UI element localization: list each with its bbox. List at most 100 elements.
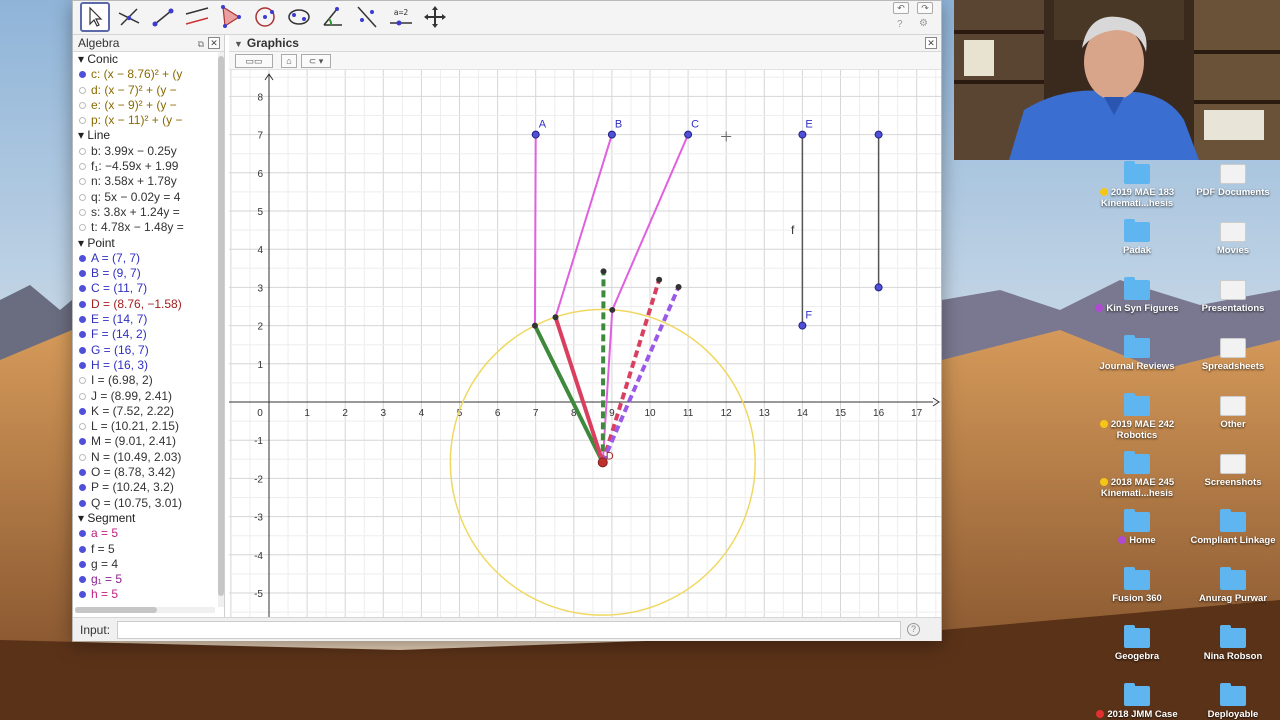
- desktop-icon[interactable]: 2019 MAE 183 Kinemati...hesis: [1089, 161, 1185, 209]
- algebra-item[interactable]: h = 5: [73, 587, 218, 602]
- algebra-item[interactable]: c: (x − 8.76)² + (y: [73, 67, 218, 82]
- visibility-toggle[interactable]: [79, 331, 86, 339]
- circle-tool[interactable]: [251, 3, 279, 31]
- gear-icon[interactable]: ⚙: [919, 18, 928, 29]
- segment-tool[interactable]: [149, 3, 177, 31]
- desktop-icon[interactable]: Movies: [1185, 222, 1280, 256]
- algebra-item[interactable]: Q = (10.75, 3.01): [73, 496, 218, 511]
- visibility-toggle[interactable]: [79, 300, 86, 308]
- algebra-horizontal-scrollbar[interactable]: [75, 607, 215, 613]
- point-capture-dropdown[interactable]: ⊂ ▾: [301, 54, 331, 68]
- desktop-icon[interactable]: Screenshots: [1185, 454, 1280, 488]
- input-field[interactable]: [117, 621, 901, 639]
- visibility-toggle[interactable]: [79, 499, 86, 507]
- collapse-triangle-icon[interactable]: ▼: [234, 39, 243, 49]
- algebra-item[interactable]: b: 3.99x − 0.25y: [73, 144, 218, 159]
- algebra-item[interactable]: g = 4: [73, 557, 218, 572]
- category-line[interactable]: ▾ Line: [73, 128, 218, 143]
- help-icon[interactable]: ?: [897, 19, 903, 30]
- desktop-icon[interactable]: Kin Syn Figures: [1089, 277, 1185, 314]
- category-segment[interactable]: ▾ Segment: [73, 511, 218, 526]
- algebra-item[interactable]: f₁: −4.59x + 1.99: [73, 159, 218, 174]
- visibility-toggle[interactable]: [79, 208, 86, 216]
- reflect-tool[interactable]: [353, 3, 381, 31]
- desktop-icon[interactable]: Padak: [1089, 219, 1185, 256]
- algebra-item[interactable]: s: 3.8x + 1.24y =: [73, 205, 218, 220]
- desktop-icon[interactable]: Geogebra: [1089, 625, 1185, 662]
- visibility-toggle[interactable]: [79, 392, 86, 400]
- desktop-icon[interactable]: Home: [1089, 509, 1185, 546]
- visibility-toggle[interactable]: [79, 560, 86, 568]
- algebra-item[interactable]: I = (6.98, 2): [73, 373, 218, 388]
- visibility-toggle[interactable]: [79, 453, 86, 461]
- algebra-item[interactable]: q: 5x − 0.02y = 4: [73, 190, 218, 205]
- algebra-item[interactable]: J = (8.99, 2.41): [73, 389, 218, 404]
- visibility-toggle[interactable]: [79, 178, 86, 186]
- conic-tool[interactable]: [285, 3, 313, 31]
- algebra-item[interactable]: O = (8.78, 3.42): [73, 465, 218, 480]
- algebra-item[interactable]: d: (x − 7)² + (y −: [73, 83, 218, 98]
- move-tool[interactable]: [80, 2, 110, 32]
- algebra-item[interactable]: F = (14, 2): [73, 327, 218, 342]
- visibility-toggle[interactable]: [79, 423, 86, 431]
- visibility-toggle[interactable]: [79, 86, 86, 94]
- polygon-tool[interactable]: [217, 3, 245, 31]
- visibility-toggle[interactable]: [79, 361, 86, 369]
- visibility-toggle[interactable]: [79, 316, 86, 324]
- algebra-item[interactable]: E = (14, 7): [73, 312, 218, 327]
- visibility-toggle[interactable]: [79, 484, 86, 492]
- move-view-tool[interactable]: [421, 3, 449, 31]
- algebra-item[interactable]: M = (9.01, 2.41): [73, 434, 218, 449]
- algebra-item[interactable]: n: 3.58x + 1.78y: [73, 174, 218, 189]
- close-algebra-button[interactable]: ✕: [208, 37, 220, 49]
- close-graphics-button[interactable]: ✕: [925, 37, 937, 49]
- visibility-toggle[interactable]: [79, 224, 86, 232]
- visibility-toggle[interactable]: [79, 193, 86, 201]
- algebra-list[interactable]: ▾ Conic c: (x − 8.76)² + (y d: (x − 7)² + …: [73, 52, 218, 607]
- algebra-item[interactable]: G = (16, 7): [73, 343, 218, 358]
- parallel-line-tool[interactable]: [183, 3, 211, 31]
- category-conic[interactable]: ▾ Conic: [73, 52, 218, 67]
- algebra-item[interactable]: N = (10.49, 2.03): [73, 450, 218, 465]
- algebra-item[interactable]: H = (16, 3): [73, 358, 218, 373]
- angle-tool[interactable]: [319, 3, 347, 31]
- algebra-item[interactable]: p: (x − 11)² + (y −: [73, 113, 218, 128]
- algebra-item[interactable]: t: 4.78x − 1.48y =: [73, 220, 218, 235]
- undock-icon[interactable]: ⧉: [198, 36, 204, 53]
- axes-grid-toggle[interactable]: ▭▭: [235, 54, 273, 68]
- desktop-icon[interactable]: 2019 MAE 242 Robotics: [1089, 393, 1185, 441]
- visibility-toggle[interactable]: [79, 407, 86, 415]
- category-point[interactable]: ▾ Point: [73, 236, 218, 251]
- visibility-toggle[interactable]: [79, 545, 86, 553]
- desktop-icon[interactable]: Other: [1185, 396, 1280, 430]
- home-view-button[interactable]: ⌂: [281, 54, 297, 68]
- visibility-toggle[interactable]: [79, 270, 86, 278]
- visibility-toggle[interactable]: [79, 163, 86, 171]
- desktop-icon[interactable]: Fusion 360: [1089, 567, 1185, 604]
- visibility-toggle[interactable]: [79, 254, 86, 262]
- desktop-icon[interactable]: 2018 JMM Case: [1089, 683, 1185, 720]
- undo-button[interactable]: ↶: [893, 2, 909, 14]
- visibility-toggle[interactable]: [79, 71, 86, 79]
- algebra-item[interactable]: g₁ = 5: [73, 572, 218, 587]
- visibility-toggle[interactable]: [79, 117, 86, 125]
- algebra-item[interactable]: L = (10.21, 2.15): [73, 419, 218, 434]
- redo-button[interactable]: ↷: [917, 2, 933, 14]
- desktop-icon[interactable]: 2018 MAE 245 Kinemati...hesis: [1089, 451, 1185, 499]
- visibility-toggle[interactable]: [79, 377, 86, 385]
- visibility-toggle[interactable]: [79, 469, 86, 477]
- algebra-item[interactable]: f = 5: [73, 542, 218, 557]
- algebra-horizontal-thumb[interactable]: [75, 607, 157, 613]
- desktop-icon[interactable]: Anurag Purwar: [1185, 567, 1280, 604]
- visibility-toggle[interactable]: [79, 285, 86, 293]
- algebra-item[interactable]: D = (8.76, −1.58): [73, 297, 218, 312]
- algebra-item[interactable]: a = 5: [73, 526, 218, 541]
- algebra-item[interactable]: B = (9, 7): [73, 266, 218, 281]
- line-tool[interactable]: [115, 3, 143, 31]
- algebra-item[interactable]: A = (7, 7): [73, 251, 218, 266]
- desktop-icon[interactable]: Deployable: [1185, 683, 1280, 720]
- visibility-toggle[interactable]: [79, 438, 86, 446]
- visibility-toggle[interactable]: [79, 576, 86, 584]
- desktop-icon[interactable]: PDF Documents: [1185, 164, 1280, 198]
- visibility-toggle[interactable]: [79, 346, 86, 354]
